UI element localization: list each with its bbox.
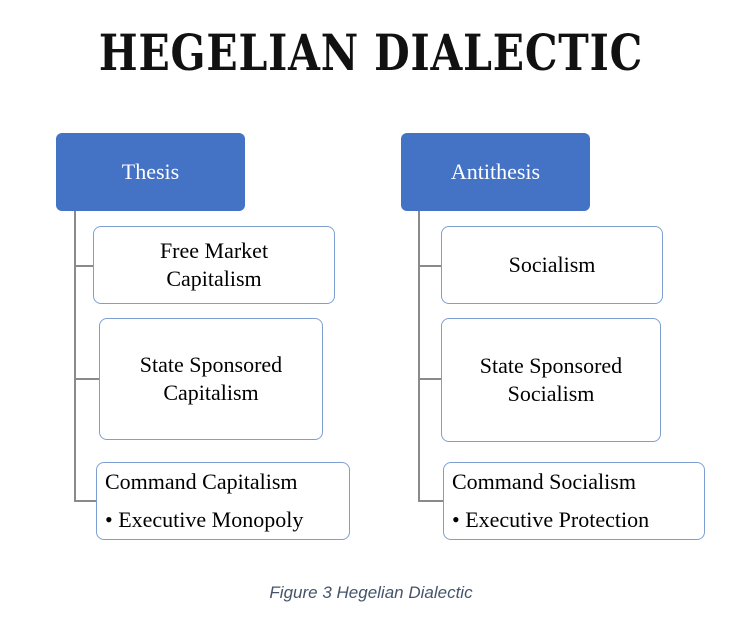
antithesis-item-line: Socialism [508,252,596,277]
thesis-item-line: State Sponsored [139,352,283,377]
thesis-item-command: Command Capitalism • Executive Monopoly [96,462,350,540]
thesis-item-line: Command Capitalism [105,469,298,494]
antithesis-connector-branch-3 [418,500,444,502]
thesis-connector-branch-2 [74,378,100,380]
antithesis-item-socialism: Socialism [441,226,663,304]
thesis-item-line: Capitalism [163,380,259,405]
antithesis-item-state-sponsored: State Sponsored Socialism [441,318,661,442]
antithesis-header-label: Antithesis [450,159,541,184]
thesis-item-line: Capitalism [166,266,262,291]
thesis-item-free-market: Free Market Capitalism [93,226,335,304]
thesis-item-line: Free Market [159,238,269,263]
antithesis-item-line: State Sponsored [479,353,623,378]
diagram-title: HEGELIAN DIALECTIC [98,23,644,82]
antithesis-item-bullet: • Executive Protection [452,507,650,532]
antithesis-connector-branch-1 [418,265,442,267]
antithesis-header: Antithesis [401,133,590,211]
antithesis-item-line: Socialism [507,381,595,406]
thesis-header-label: Thesis [121,159,180,184]
thesis-item-bullet: • Executive Monopoly [105,507,304,532]
thesis-item-state-sponsored: State Sponsored Capitalism [99,318,323,440]
thesis-connector-trunk [74,210,76,500]
antithesis-connector-trunk [418,210,420,500]
antithesis-connector-branch-2 [418,378,442,380]
thesis-connector-branch-1 [74,265,94,267]
thesis-connector-branch-3 [74,500,96,502]
antithesis-item-line: Command Socialism [452,469,636,494]
thesis-header: Thesis [56,133,245,211]
figure-caption: Figure 3 Hegelian Dialectic [269,583,473,602]
antithesis-item-command: Command Socialism • Executive Protection [443,462,705,540]
